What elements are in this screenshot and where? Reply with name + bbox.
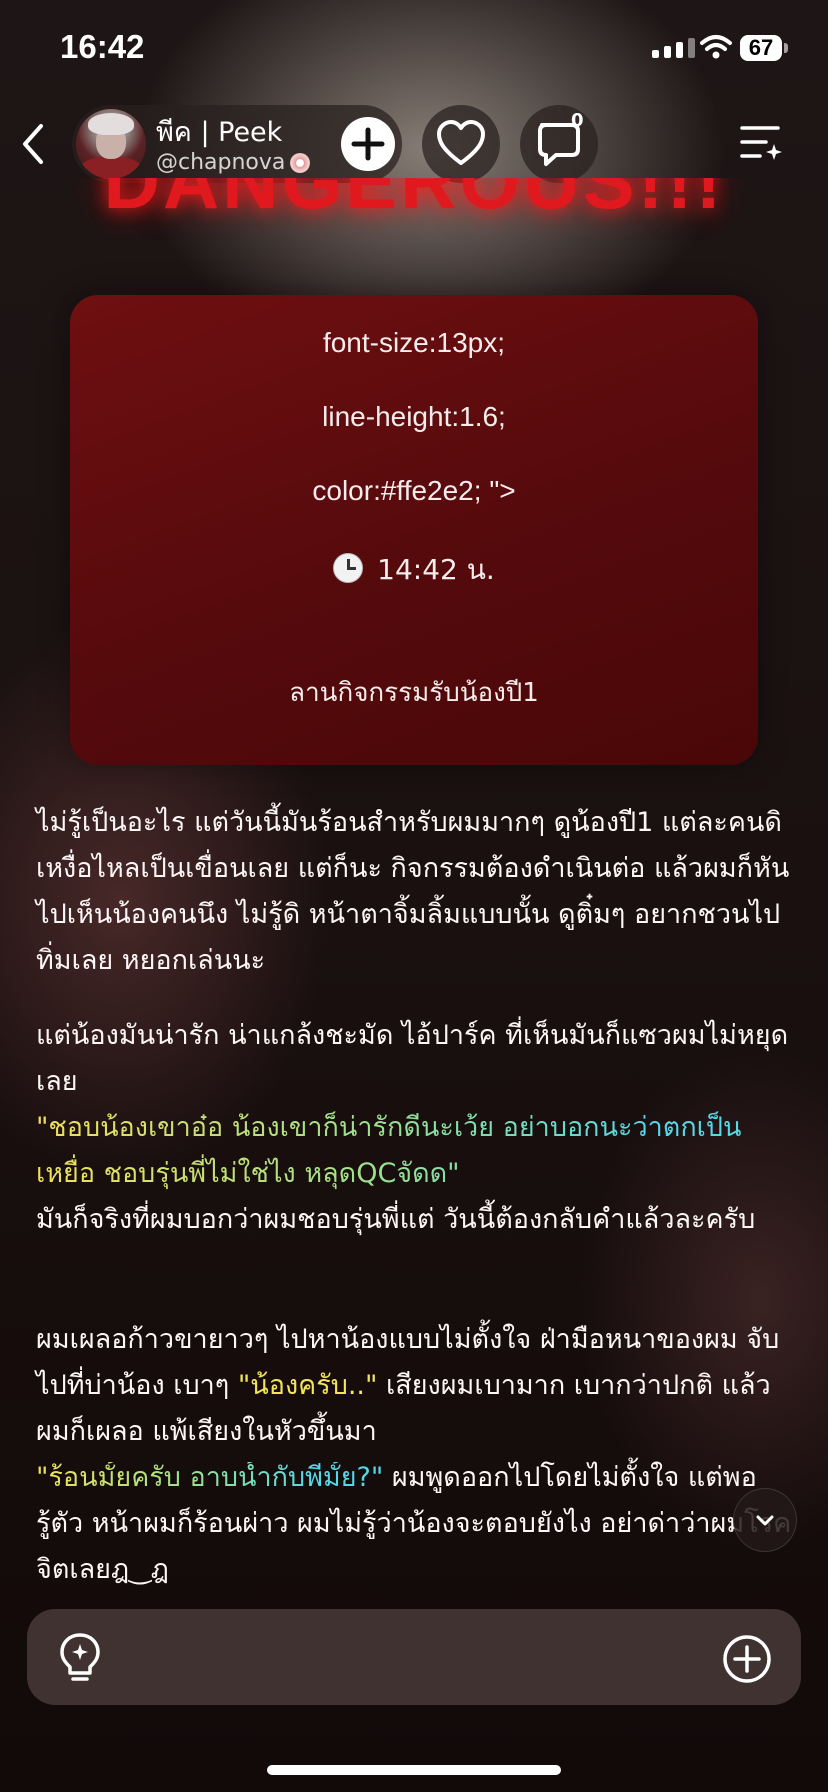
follow-button[interactable]	[341, 117, 395, 171]
back-chevron-icon[interactable]	[20, 122, 46, 166]
profile-badge-icon	[290, 153, 310, 173]
dialogue-quote: "น้องครับ.."	[237, 1370, 378, 1401]
clock-icon	[333, 553, 364, 583]
lightbulb-icon[interactable]	[58, 1632, 102, 1684]
scroll-down-button[interactable]	[733, 1488, 797, 1552]
profile-name[interactable]: พีค | Peek	[156, 110, 282, 153]
plus-circle-icon[interactable]	[722, 1634, 772, 1684]
story-paragraph-1: ไม่รู้เป็นอะไร แต่วันนี้มันร้อนสำหรับผมม…	[36, 800, 796, 984]
story-paragraph-3: ผมเผลอก้าวขายาวๆ ไปหาน้องแบบไม่ตั้งใจ ฝ่…	[36, 1317, 796, 1593]
dialogue-quote: "ร้อนมั้ยครับ อาบน้ำกับพี่มั้ย?"	[36, 1462, 384, 1493]
avatar[interactable]	[76, 109, 146, 179]
card-time-row: 14:42 น.	[70, 548, 758, 592]
status-time: 16:42	[60, 28, 145, 65]
battery-indicator: 67	[740, 35, 782, 61]
cellular-signal-icon	[652, 38, 695, 58]
menu-sparkle-icon[interactable]	[740, 124, 784, 162]
story-paragraph-2: แต่น้องมันน่ารัก น่าแกล้งชะมัด ไอ้ปาร์ค …	[36, 1013, 796, 1243]
card-location: ลานกิจกรรมรับน้องปี1	[289, 678, 539, 708]
chevron-down-icon	[756, 1515, 774, 1526]
comment-count: 0	[571, 110, 584, 131]
plus-icon	[351, 127, 385, 161]
comment-input-bar[interactable]	[27, 1609, 801, 1705]
profile-handle[interactable]: @chapnova	[156, 150, 285, 175]
story-text: ไม่รู้เป็นอะไร แต่วันนี้มันร้อนสำหรับผมม…	[36, 807, 790, 976]
dialogue-quote: "ชอบน้องเขาอ๋อ น้องเขาก็น่ารักดีนะเว้ย อ…	[36, 1105, 796, 1197]
story-text: แต่น้องมันน่ารัก น่าแกล้งชะมัด ไอ้ปาร์ค …	[36, 1020, 789, 1097]
card-line-3: color:#ffe2e2; ">	[312, 475, 516, 506]
wifi-icon	[700, 35, 732, 59]
heart-icon	[437, 120, 485, 165]
like-button[interactable]	[422, 105, 500, 183]
card-line-1: font-size:13px;	[322, 327, 506, 358]
story-text: มันก็จริงที่ผมบอกว่าผมชอบรุ่นพี่แต่ วันน…	[36, 1204, 756, 1235]
card-time: 14:42 น.	[377, 553, 495, 586]
comment-icon	[538, 123, 580, 166]
battery-tip	[784, 43, 788, 53]
story-title: DANGEROUS!!!	[103, 178, 725, 225]
home-indicator[interactable]	[267, 1765, 561, 1775]
card-line-2: line-height:1.6;	[322, 401, 506, 432]
comment-button[interactable]	[520, 105, 598, 183]
